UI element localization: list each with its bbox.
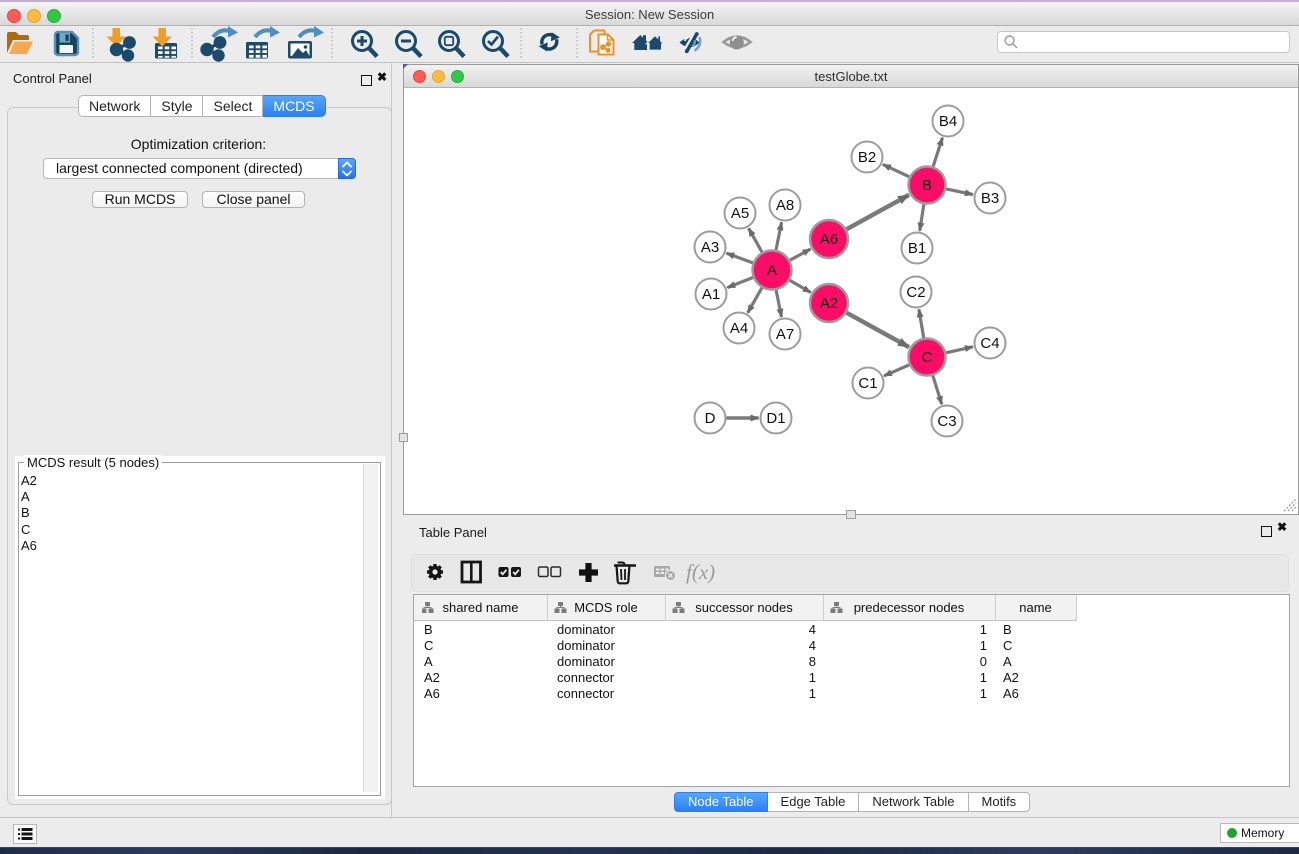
svg-text:D: D	[705, 410, 716, 427]
svg-text:A4: A4	[730, 320, 748, 337]
svg-text:A8: A8	[776, 197, 794, 214]
svg-text:D1: D1	[766, 410, 785, 427]
svg-text:A3: A3	[701, 239, 719, 256]
svg-text:A1: A1	[702, 286, 720, 303]
svg-text:A5: A5	[731, 205, 749, 222]
svg-text:B: B	[922, 177, 932, 194]
svg-text:C2: C2	[906, 284, 925, 301]
svg-text:A7: A7	[776, 326, 794, 343]
svg-text:A2: A2	[820, 295, 838, 312]
svg-text:B1: B1	[908, 240, 926, 257]
svg-text:C1: C1	[858, 375, 877, 392]
svg-text:C4: C4	[980, 335, 999, 352]
svg-text:B3: B3	[981, 190, 999, 207]
svg-text:A6: A6	[820, 231, 838, 248]
svg-text:B2: B2	[858, 149, 876, 166]
svg-text:C3: C3	[937, 413, 956, 430]
svg-text:A: A	[767, 262, 777, 279]
svg-text:B4: B4	[939, 113, 957, 130]
svg-text:C: C	[922, 349, 933, 366]
svg-text:f(x): f(x)	[686, 560, 715, 584]
